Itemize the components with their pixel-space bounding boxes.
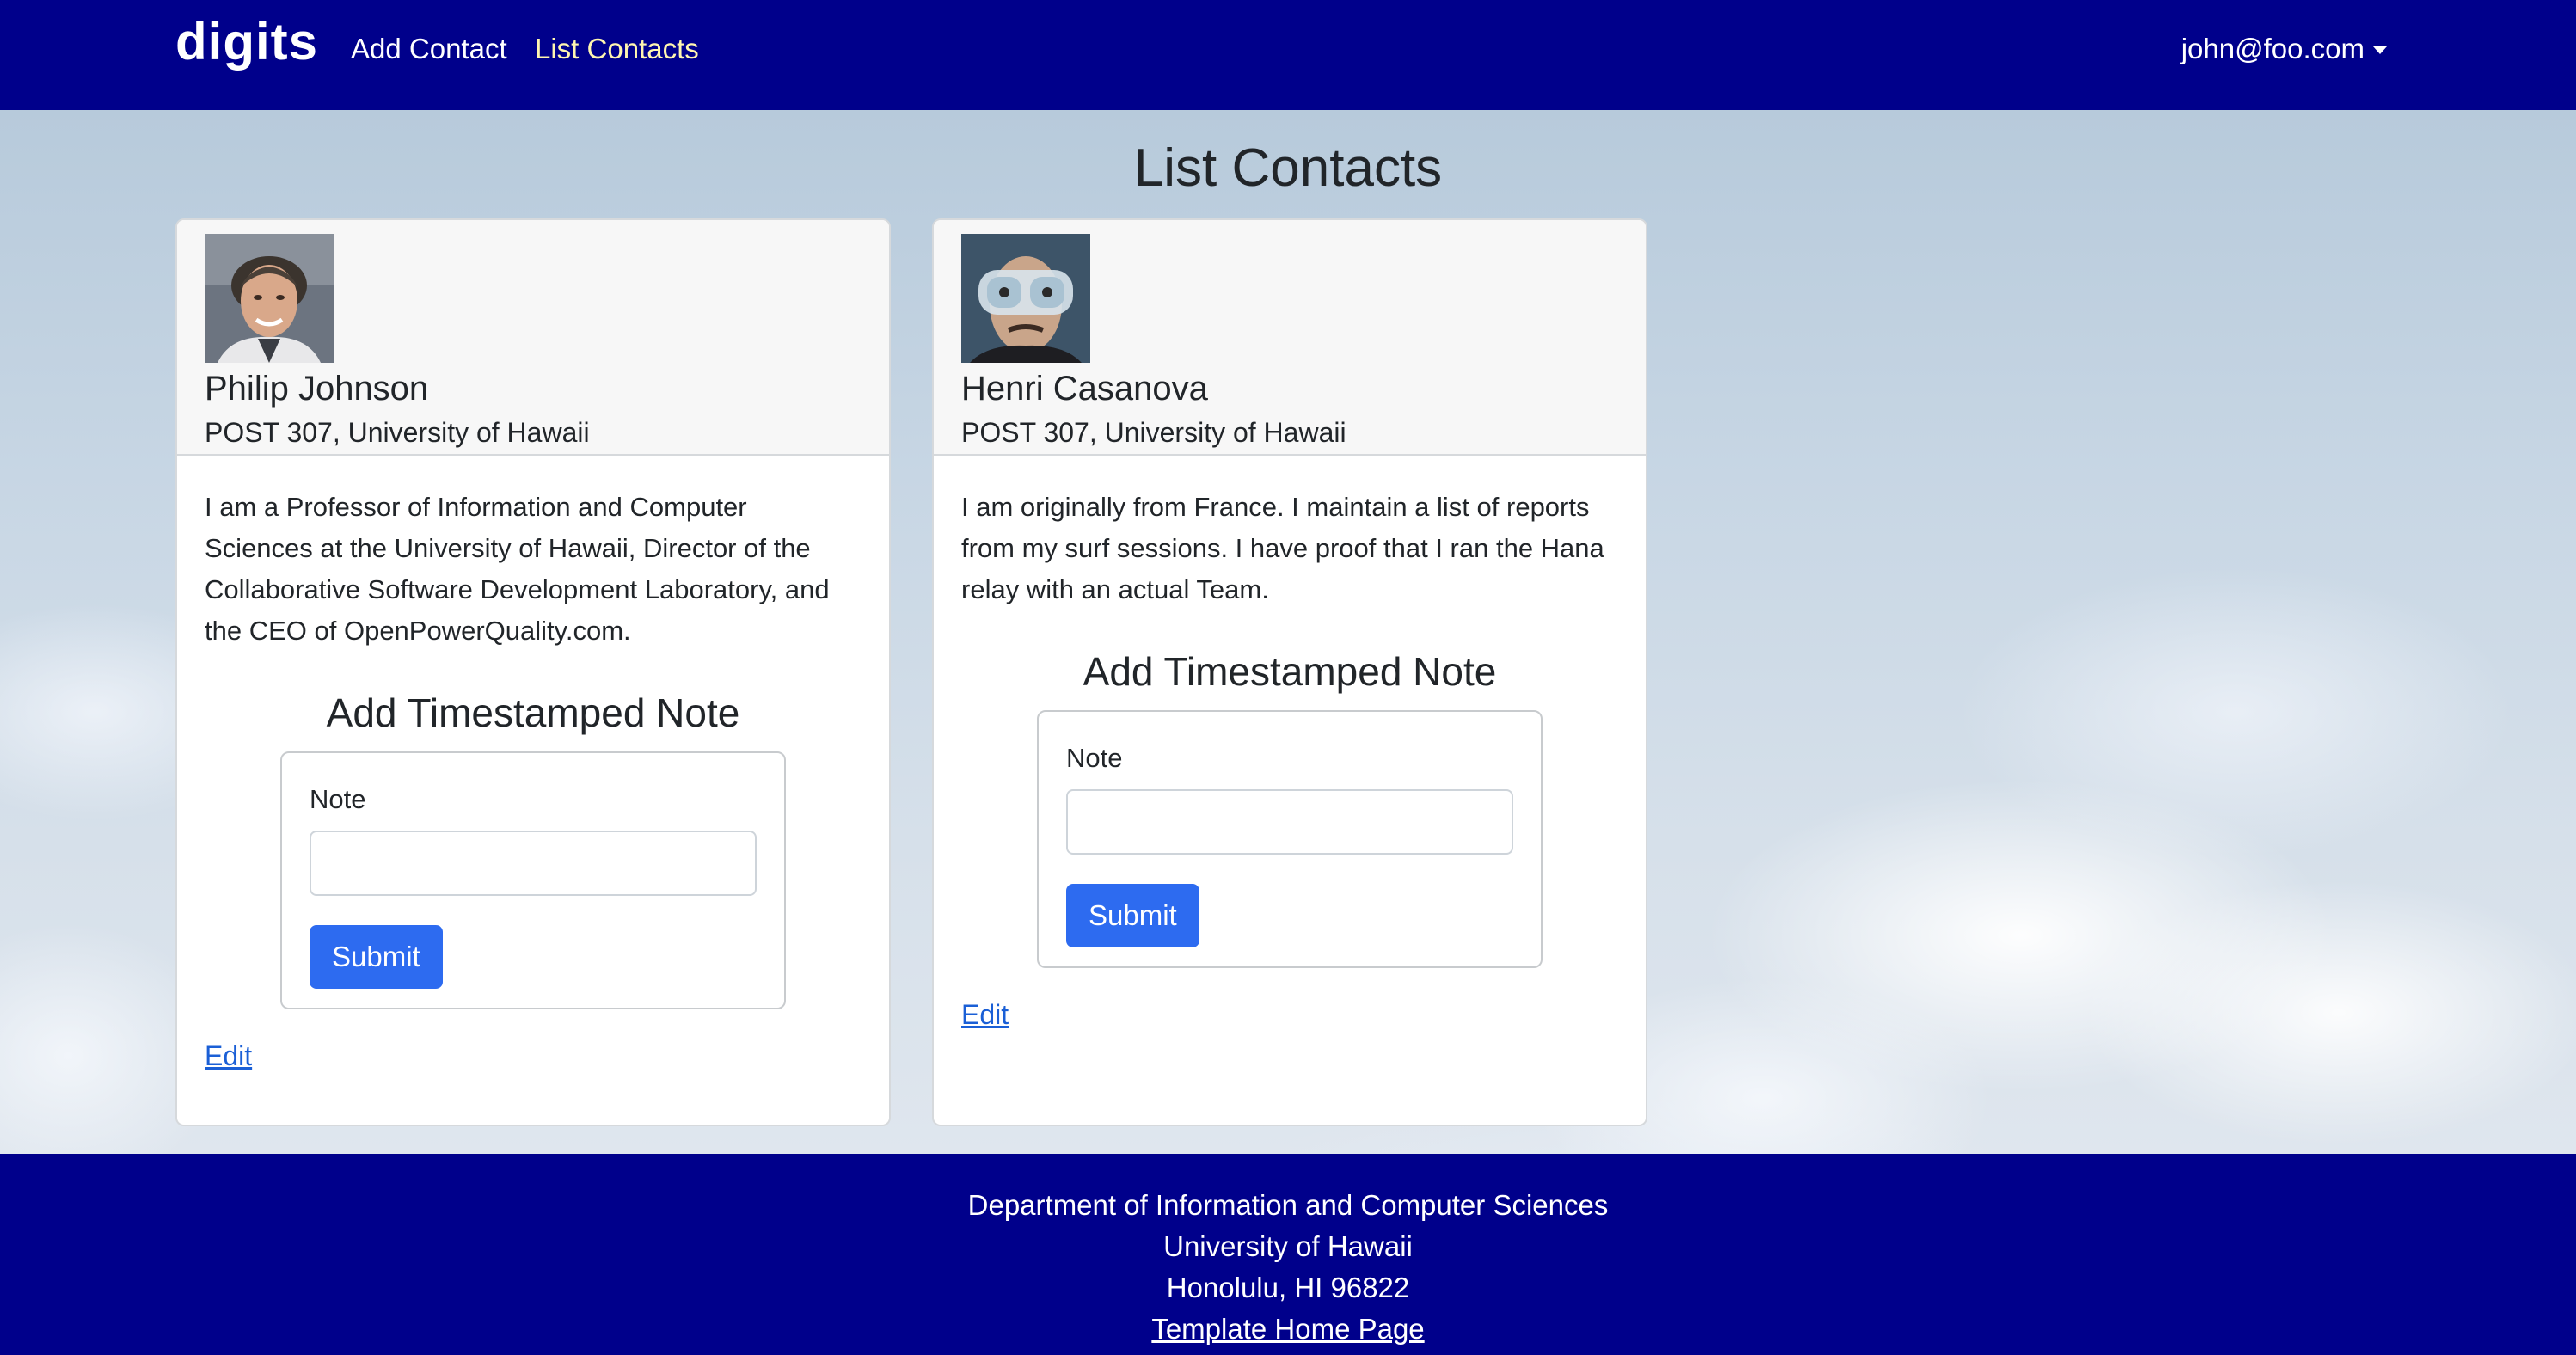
top-navbar: digits Add Contact List Contacts john@fo…: [0, 0, 2576, 110]
footer-department: Department of Information and Computer S…: [967, 1189, 1609, 1221]
contact-description: I am a Professor of Information and Comp…: [205, 492, 830, 646]
card-body: I am originally from France. I maintain …: [934, 456, 1646, 1031]
card-body: I am a Professor of Information and Comp…: [177, 456, 889, 1072]
note-form: Note Submit: [1037, 710, 1543, 968]
footer: Department of Information and Computer S…: [0, 1154, 2576, 1355]
submit-button[interactable]: Submit: [1066, 884, 1199, 947]
nav-add-contact[interactable]: Add Contact: [351, 33, 507, 65]
note-form-title: Add Timestamped Note: [1083, 649, 1497, 694]
contact-name: Philip Johnson: [205, 370, 429, 408]
edit-link[interactable]: Edit: [205, 1040, 252, 1072]
footer-city: Honolulu, HI 96822: [1166, 1272, 1410, 1303]
footer-university: University of Hawaii: [1163, 1230, 1413, 1262]
template-home-link[interactable]: Template Home Page: [1151, 1313, 1424, 1345]
note-input[interactable]: [310, 831, 757, 896]
nav-list-contacts[interactable]: List Contacts: [535, 33, 699, 65]
avatar: [961, 234, 1090, 363]
card-header: Philip Johnson POST 307, University of H…: [177, 220, 889, 456]
note-form-title: Add Timestamped Note: [326, 690, 740, 735]
note-form: Note Submit: [280, 751, 786, 1009]
edit-link[interactable]: Edit: [961, 999, 1009, 1031]
contact-address: POST 307, University of Hawaii: [961, 417, 1346, 448]
avatar: [205, 234, 334, 363]
note-input[interactable]: [1066, 789, 1513, 855]
note-label: Note: [1066, 743, 1123, 773]
user-dropdown[interactable]: john@foo.com: [2181, 33, 2387, 65]
submit-button[interactable]: Submit: [310, 925, 443, 989]
note-label: Note: [310, 784, 366, 814]
contact-card: Henri Casanova POST 307, University of H…: [932, 218, 1647, 1126]
contact-description: I am originally from France. I maintain …: [961, 492, 1604, 604]
contact-card: Philip Johnson POST 307, University of H…: [175, 218, 891, 1126]
brand-logo[interactable]: digits: [175, 12, 318, 71]
user-email: john@foo.com: [2180, 33, 2364, 64]
chevron-down-icon: [2373, 46, 2387, 54]
page-title: List Contacts: [1133, 138, 1443, 198]
card-header: Henri Casanova POST 307, University of H…: [934, 220, 1646, 456]
contact-address: POST 307, University of Hawaii: [205, 417, 590, 448]
contact-name: Henri Casanova: [961, 370, 1208, 408]
